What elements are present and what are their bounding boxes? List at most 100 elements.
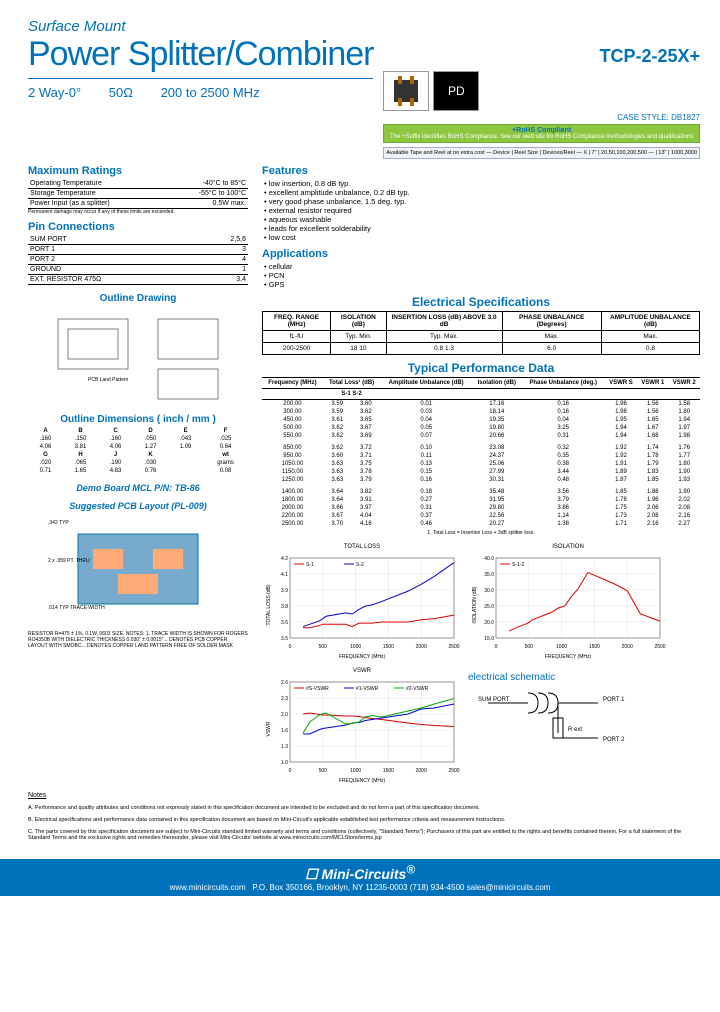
td: Typ. Max. <box>386 331 502 343</box>
case-style: CASE STYLE: DB1827 <box>383 113 700 122</box>
cell: PORT 2 <box>28 255 203 265</box>
svg-text:30.0: 30.0 <box>484 588 494 594</box>
schematic-title: electrical schematic <box>468 672 668 683</box>
schematic-block: electrical schematic SUM PORT PORT 1 R e… <box>468 668 668 786</box>
svg-text:ISOLATION (dB): ISOLATION (dB) <box>472 586 478 623</box>
th: AMPLITUDE UNBALANCE (dB) <box>601 312 699 331</box>
subheader: 2 Way-0° 50Ω 200 to 2500 MHz <box>28 85 373 100</box>
cell: PORT 1 <box>28 245 203 255</box>
svg-text:20.0: 20.0 <box>484 620 494 626</box>
left-column: Maximum Ratings Operating Temperature-40… <box>28 159 248 786</box>
svg-text:1500: 1500 <box>383 768 394 774</box>
rohs-text: The +Suffix identifies RoHS Compliance. … <box>388 134 695 140</box>
cell: 1 <box>203 265 248 275</box>
chart-vswr: VSWR 050010001500200025001.01.31.62.02.3… <box>262 668 462 786</box>
td: 0.8 <box>601 343 699 355</box>
svg-text:#S-VSWR: #S-VSWR <box>306 686 329 692</box>
ways: 2 Way-0° <box>28 85 81 100</box>
impedance: 50Ω <box>109 85 133 100</box>
svg-text:2000: 2000 <box>622 644 633 650</box>
apps-list: cellular PCN GPS <box>262 262 700 289</box>
svg-text:PORT 2: PORT 2 <box>603 737 625 743</box>
svg-text:S-2: S-2 <box>356 562 364 568</box>
cell: SUM PORT <box>28 235 203 245</box>
cell: 2,5,6 <box>203 235 248 245</box>
td: 18 10 <box>331 343 386 355</box>
tape-reel-box: Available Tape and Reel at no extra cost… <box>383 147 700 159</box>
header-row: Surface Mount Power Splitter/Combiner 2 … <box>28 18 700 159</box>
features-title: Features <box>262 165 700 177</box>
svg-text:3.5: 3.5 <box>281 636 288 642</box>
svg-text:3.8: 3.8 <box>281 604 288 610</box>
notes-title: Notes <box>28 792 700 799</box>
list-item: low insertion, 0.8 dB typ. <box>264 179 700 188</box>
espec-title: Electrical Specifications <box>262 295 700 309</box>
dims-table: ABCDEF .160.150.160.050.043.025 4.063.81… <box>28 427 248 475</box>
footer: ☐ Mini-Circuits® www.minicircuits.com P.… <box>0 859 720 896</box>
title-rule <box>28 78 373 79</box>
svg-text:2000: 2000 <box>416 768 427 774</box>
td: fL-fU <box>263 331 331 343</box>
svg-text:2500: 2500 <box>654 644 665 650</box>
list-item: PCN <box>264 271 700 280</box>
svg-text:3.6: 3.6 <box>281 620 288 626</box>
cell: -55°C to 100°C <box>165 189 249 199</box>
svg-text:PCB Land Pattern: PCB Land Pattern <box>88 377 129 383</box>
svg-text:1.6: 1.6 <box>281 728 288 734</box>
cell: 4 <box>203 255 248 265</box>
footer-addr: P.O. Box 350166, Brooklyn, NY 11235-0003… <box>252 883 550 892</box>
svg-text:2.6: 2.6 <box>281 680 288 686</box>
product-photo <box>383 71 429 111</box>
note-c: C. The parts covered by this specificati… <box>28 829 700 841</box>
part-block: TCP-2-25X+ PD CASE STYLE: DB1827 +RoHS C… <box>383 18 700 159</box>
max-ratings-title: Maximum Ratings <box>28 165 248 177</box>
td: Typ. Min. <box>331 331 386 343</box>
svg-text:2000: 2000 <box>416 644 427 650</box>
svg-text:.342 TYP: .342 TYP <box>48 520 69 526</box>
svg-text:1500: 1500 <box>383 644 394 650</box>
title-block: Surface Mount Power Splitter/Combiner 2 … <box>28 18 373 100</box>
rohs-badge: +RoHS Compliant The +Suffix identifies R… <box>383 124 700 143</box>
columns: Maximum Ratings Operating Temperature-40… <box>28 159 700 786</box>
td: Max. <box>502 331 601 343</box>
svg-text:35.0: 35.0 <box>484 572 494 578</box>
pins-title: Pin Connections <box>28 221 248 233</box>
perf-footnote: 1. Total Loss = Insertion Loss + 3dB spl… <box>262 530 700 536</box>
th: FREQ. RANGE (MHz) <box>263 312 331 331</box>
svg-text:500: 500 <box>319 644 328 650</box>
outline-drawing: PCB Land Pattern <box>28 306 248 406</box>
max-ratings-table: Operating Temperature-40°C to 85°C Stora… <box>28 179 248 209</box>
list-item: excellent amplitude unbalance, 0.2 dB ty… <box>264 188 700 197</box>
list-item: cellular <box>264 262 700 271</box>
svg-text:S-1: S-1 <box>306 562 314 568</box>
note-b: B. Electrical specifications and perform… <box>28 817 700 823</box>
svg-text:1000: 1000 <box>350 768 361 774</box>
list-item: low cost <box>264 233 700 242</box>
footer-brand: ☐ Mini-Circuits® <box>305 866 415 882</box>
cell: EXT. RESISTOR 475Ω <box>28 275 203 285</box>
svg-text:0: 0 <box>289 768 292 774</box>
svg-text:#1-VSWR: #1-VSWR <box>356 686 379 692</box>
svg-text:#2-VSWR: #2-VSWR <box>406 686 429 692</box>
outline-drawing-title: Outline Drawing <box>28 293 248 304</box>
part-number: TCP-2-25X+ <box>383 46 700 67</box>
list-item: GPS <box>264 280 700 289</box>
svg-text:1.3: 1.3 <box>281 744 288 750</box>
cell: Operating Temperature <box>28 179 165 189</box>
main-title: Power Splitter/Combiner <box>28 35 373 74</box>
charts-area: TOTAL LOSS 050010001500200025003.53.63.8… <box>262 544 700 786</box>
outline-dims-title: Outline Dimensions ( inch / mm ) <box>28 414 248 425</box>
th: PHASE UNBALANCE (Degrees) <box>502 312 601 331</box>
svg-text:1000: 1000 <box>350 644 361 650</box>
note-a: A. Performance and quality attributes an… <box>28 805 700 811</box>
features-list: low insertion, 0.8 dB typ. excellent amp… <box>262 179 700 242</box>
td: 6.0 <box>502 343 601 355</box>
chart-total-loss: TOTAL LOSS 050010001500200025003.53.63.8… <box>262 544 462 662</box>
svg-text:40.0: 40.0 <box>484 556 494 562</box>
svg-text:.014 TYP TRACE WIDTH: .014 TYP TRACE WIDTH <box>48 605 105 611</box>
list-item: external resistor required <box>264 206 700 215</box>
td: 200-2500 <box>263 343 331 355</box>
svg-text:TOTAL LOSS (dB): TOTAL LOSS (dB) <box>266 584 272 625</box>
svg-text:4.2: 4.2 <box>281 556 288 562</box>
cell: GROUND <box>28 265 203 275</box>
